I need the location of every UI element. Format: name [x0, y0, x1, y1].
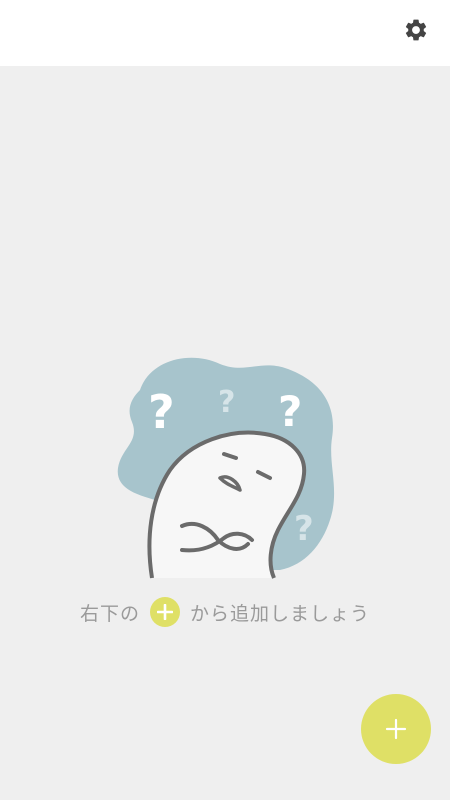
app-screen: ? ? ? ? 右下の から追加しましょう	[0, 0, 450, 800]
top-bar	[0, 0, 450, 66]
gear-icon	[405, 19, 427, 41]
add-button[interactable]	[361, 694, 431, 764]
hint-suffix: から追加しましょう	[190, 602, 371, 625]
question-mark-3: ?	[278, 387, 302, 436]
plus-icon	[385, 718, 407, 740]
question-mark-2: ?	[218, 385, 235, 420]
hint-prefix: 右下の	[79, 602, 140, 625]
empty-state-illustration: ? ? ? ?	[110, 350, 345, 580]
settings-button[interactable]	[402, 16, 430, 44]
question-mark-4: ?	[294, 509, 314, 549]
confused-ghost-illustration: ? ? ? ?	[117, 357, 335, 579]
question-mark-1: ?	[148, 385, 175, 439]
plus-icon	[150, 597, 180, 627]
empty-state-hint: 右下の から追加しましょう	[0, 592, 450, 632]
